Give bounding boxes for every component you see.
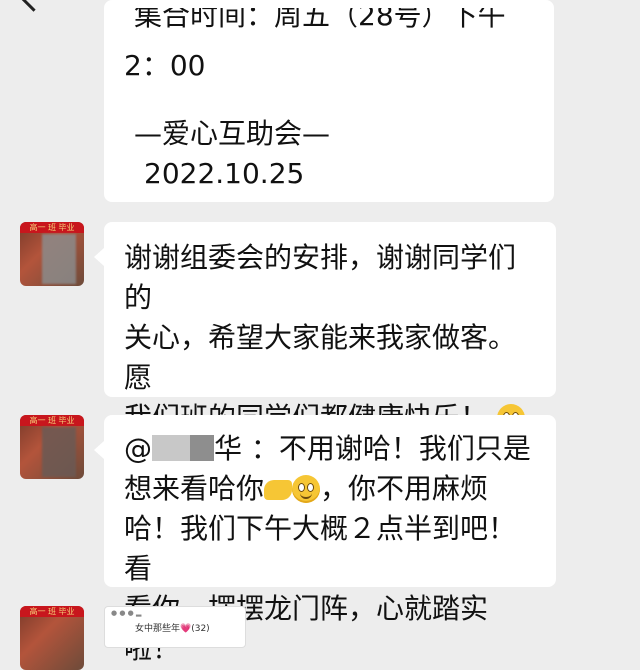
message-text-line: 想来看哈你 ，你不用麻烦 bbox=[124, 469, 536, 509]
message-text: ，你不用麻烦 bbox=[320, 472, 489, 505]
avatar[interactable]: 高一 班 毕业 bbox=[20, 606, 84, 670]
avatar-banner: 高一 班 毕业 bbox=[20, 606, 84, 617]
avatar[interactable]: 高一 班 毕业 bbox=[20, 222, 84, 286]
redacted-name bbox=[190, 435, 214, 461]
handshake-emoji-icon bbox=[264, 480, 293, 500]
image-message-thumbnail[interactable]: ● ● ● ▂ 女中那些年💗(32) bbox=[104, 606, 246, 648]
mention-prefix: @ bbox=[124, 432, 152, 465]
message-text-line: 谢谢组委会的安排，谢谢同学们的 bbox=[124, 241, 517, 314]
notice-line-time-2: 2：00 bbox=[124, 49, 206, 82]
message-text: ：不用谢哈！我们只是 bbox=[250, 432, 531, 465]
mention-name: 华 bbox=[214, 432, 243, 465]
message-row: 高一 班 毕业 谢谢组委会的安排，谢谢同学们的 关心，希望大家能来我家做客。愿 … bbox=[0, 222, 640, 472]
message-text-line: 哈！我们下午大概２点半到吧！看 bbox=[124, 512, 517, 585]
avatar-banner: 高一 班 毕业 bbox=[20, 222, 84, 233]
message-bubble: @ 华 ：不用谢哈！我们只是 想来看哈你 ，你不用麻烦 哈！我们下午大概２点半到吧！… bbox=[94, 415, 556, 665]
notice-line-time: 集合时间：周五（28号）下午 bbox=[134, 0, 506, 32]
notice-line-signature: —爱心互助会— bbox=[134, 117, 331, 150]
thumbnail-title: 女中那些年💗(32) bbox=[135, 624, 210, 634]
redacted-name bbox=[152, 435, 190, 461]
message-text: 想来看哈你 bbox=[124, 472, 265, 505]
message-text-line: @ 华 ：不用谢哈！我们只是 bbox=[124, 429, 536, 469]
notice-line-date: 2022.10.25 bbox=[144, 157, 305, 190]
avatar-photo bbox=[42, 427, 76, 477]
message-text-line: 关心，希望大家能来我家做客。愿 bbox=[124, 321, 517, 394]
smirk-emoji-icon bbox=[292, 475, 321, 503]
message-bubble: 谢谢组委会的安排，谢谢同学们的 关心，希望大家能来我家做客。愿 我们班的同学们都… bbox=[94, 222, 556, 472]
message-row: 高一 班 毕业 @ 华 ：不用谢哈！我们只是 想来看哈你 ，你不用麻烦 哈！我们下午… bbox=[0, 415, 640, 665]
avatar[interactable]: 高一 班 毕业 bbox=[20, 415, 84, 479]
avatar-photo bbox=[42, 234, 76, 284]
thumbnail-status-bar: ● ● ● ▂ bbox=[111, 609, 142, 617]
avatar-banner: 高一 班 毕业 bbox=[20, 415, 84, 426]
message-bubble-notice: 集合时间：周五（28号）下午 2：00 —爱心互助会— 2022.10.25 bbox=[104, 0, 554, 202]
